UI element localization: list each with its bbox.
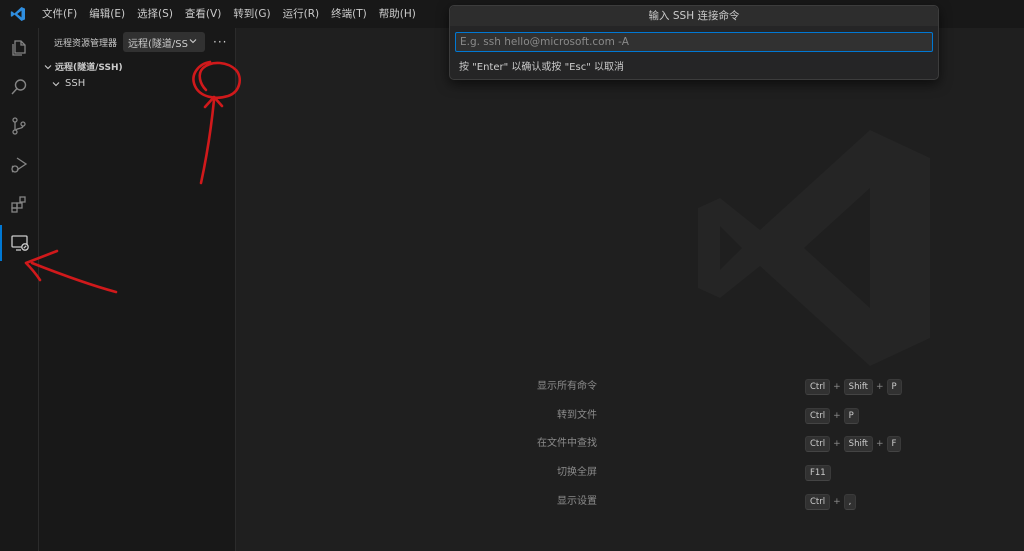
shortcut-label: 显示所有命令 bbox=[537, 381, 597, 392]
shortcut-label: 切换全屏 bbox=[557, 467, 597, 478]
menu-help[interactable]: 帮助(H) bbox=[373, 0, 422, 28]
remote-type-select-value: 远程(隧道/SSH) bbox=[128, 38, 188, 50]
quick-input-hint: 按 "Enter" 以确认或按 "Esc" 以取消 bbox=[459, 62, 624, 73]
run-debug-icon[interactable] bbox=[0, 147, 38, 183]
section-title: 远程(隧道/SSH) bbox=[55, 63, 123, 73]
kbd-key: Ctrl bbox=[805, 408, 831, 424]
kbd-key: F11 bbox=[805, 465, 831, 481]
kbd-key: F bbox=[886, 436, 902, 452]
kbd-key: Shift bbox=[843, 436, 873, 452]
kbd-key: Ctrl bbox=[805, 436, 831, 452]
kbd-key: Shift bbox=[843, 379, 873, 395]
shortcut-keys: F11 bbox=[805, 465, 831, 481]
shortcut-toggle-fullscreen: 切换全屏 F11 bbox=[236, 464, 1024, 482]
chevron-down-icon bbox=[188, 36, 198, 49]
shortcut-keys: Ctrl + Shift + F bbox=[805, 436, 902, 452]
shortcut-keys: Ctrl + P bbox=[805, 408, 859, 424]
chevron-down-icon bbox=[43, 62, 55, 72]
extensions-icon[interactable] bbox=[0, 186, 38, 222]
section-remote-tunnels-ssh[interactable]: 远程(隧道/SSH) bbox=[43, 60, 123, 73]
kbd-key: Ctrl bbox=[805, 494, 831, 510]
explorer-icon[interactable] bbox=[0, 30, 38, 66]
quick-input-title: 输入 SSH 连接命令 bbox=[450, 6, 938, 26]
quick-input-widget: 输入 SSH 连接命令 按 "Enter" 以确认或按 "Esc" 以取消 bbox=[449, 5, 939, 80]
shortcut-keys: Ctrl + , bbox=[805, 494, 857, 510]
shortcut-show-all-commands: 显示所有命令 Ctrl + Shift + P bbox=[236, 378, 1024, 396]
remote-explorer-icon[interactable] bbox=[0, 225, 38, 261]
shortcut-find-in-files: 在文件中查找 Ctrl + Shift + F bbox=[236, 435, 1024, 453]
shortcut-label: 显示设置 bbox=[557, 496, 597, 507]
kbd-key: P bbox=[843, 408, 859, 424]
search-icon[interactable] bbox=[0, 69, 38, 105]
kbd-key: Ctrl bbox=[805, 379, 831, 395]
ssh-command-input[interactable] bbox=[455, 32, 933, 52]
vscode-logo-icon bbox=[0, 0, 36, 28]
menu-view[interactable]: 查看(V) bbox=[179, 0, 227, 28]
kbd-key: P bbox=[886, 379, 902, 395]
menu-edit[interactable]: 编辑(E) bbox=[83, 0, 131, 28]
kbd-key: , bbox=[843, 494, 857, 510]
menu-go[interactable]: 转到(G) bbox=[227, 0, 276, 28]
shortcut-label: 在文件中查找 bbox=[537, 438, 597, 449]
menu-run[interactable]: 运行(R) bbox=[277, 0, 326, 28]
more-actions-icon[interactable]: ··· bbox=[213, 35, 227, 49]
shortcut-keys: Ctrl + Shift + P bbox=[805, 379, 902, 395]
shortcut-label: 转到文件 bbox=[557, 410, 597, 421]
tree-item-label: SSH bbox=[65, 78, 86, 89]
menu-bar: 文件(F) 编辑(E) 选择(S) 查看(V) 转到(G) 运行(R) 终端(T… bbox=[36, 0, 422, 28]
menu-selection[interactable]: 选择(S) bbox=[131, 0, 179, 28]
remote-explorer-sidebar: 远程资源管理器 远程(隧道/SSH) ··· 远程(隧道/SSH) SSH bbox=[39, 28, 236, 551]
menu-terminal[interactable]: 终端(T) bbox=[325, 0, 373, 28]
shortcut-go-to-file: 转到文件 Ctrl + P bbox=[236, 407, 1024, 425]
sidebar-title: 远程资源管理器 bbox=[54, 38, 118, 49]
tree-item-ssh[interactable]: SSH bbox=[51, 78, 85, 89]
remote-type-select[interactable]: 远程(隧道/SSH) bbox=[123, 32, 206, 52]
activity-bar bbox=[0, 28, 39, 551]
sidebar-header: 远程资源管理器 远程(隧道/SSH) ··· bbox=[39, 31, 235, 53]
vscode-watermark-icon bbox=[698, 130, 930, 366]
menu-file[interactable]: 文件(F) bbox=[36, 0, 83, 28]
shortcut-show-settings: 显示设置 Ctrl + , bbox=[236, 493, 1024, 511]
source-control-icon[interactable] bbox=[0, 108, 38, 144]
chevron-down-icon bbox=[51, 79, 63, 89]
